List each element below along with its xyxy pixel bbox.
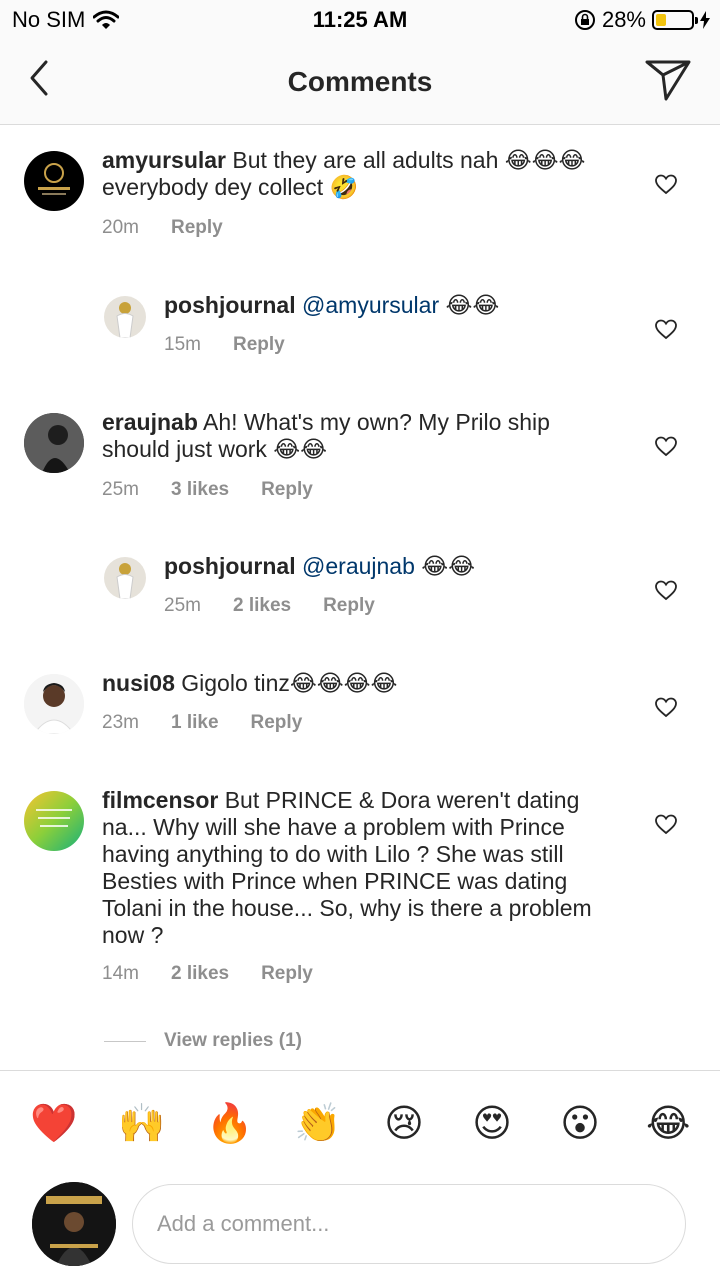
status-bar: No SIM 11:25 AM 28% [0,0,720,40]
reply-button[interactable]: Reply [261,963,313,985]
heart-icon[interactable] [654,696,678,718]
comment-time: 25m [102,479,139,500]
status-right: 28% [574,7,710,33]
comment-text: 😂😂 [414,553,476,579]
comment-username[interactable]: amyursular [102,147,226,173]
comment-meta: 15m Reply [164,334,285,356]
view-replies-button[interactable]: View replies (1) [104,1030,302,1052]
comment-composer [0,1176,720,1280]
like-count[interactable]: 1 like [171,712,219,734]
comment-meta: 20m Reply [102,217,223,239]
my-avatar-image-icon [32,1182,116,1266]
comment-username[interactable]: nusi08 [102,670,175,696]
send-icon[interactable] [644,58,692,102]
comment-body: poshjournal @eraujnab 😂😂 [164,553,614,580]
charging-icon [700,11,710,29]
view-replies-line [104,1040,146,1042]
heart-icon[interactable] [654,435,678,457]
comment-input[interactable] [132,1184,686,1264]
comment-text: 😂😂 [439,292,500,318]
comment-body: amyursular But they are all adults nah 😂… [102,147,612,201]
comment-meta: 25m 3 likes Reply [102,479,313,501]
avatar[interactable] [24,791,84,851]
comment-mention[interactable]: @amyursular [302,292,439,318]
avatar[interactable] [24,151,84,211]
emoji-clap-button[interactable]: 👏 [294,1101,341,1145]
emoji-raised-hands-button[interactable]: 🙌 [118,1101,165,1145]
emoji-fire-button[interactable]: 🔥 [206,1101,253,1145]
comment-time: 14m [102,963,139,984]
comment-time: 23m [102,712,139,733]
heart-icon[interactable] [654,579,678,601]
avatar-person-icon [24,674,84,734]
battery-fill [656,14,666,26]
comment-body: filmcensor But PRINCE & Dora weren't dat… [102,787,612,949]
my-avatar[interactable] [32,1182,116,1266]
reply-button[interactable]: Reply [171,217,223,239]
avatar[interactable] [24,413,84,473]
comment-body: poshjournal @amyursular 😂😂 [164,292,614,319]
header: Comments [0,40,720,125]
comment-text: Gigolo tinz😂😂😂😂 [181,670,398,696]
comment-mention[interactable]: @eraujnab [302,553,415,579]
heart-icon[interactable] [654,318,678,340]
avatar[interactable] [104,557,146,599]
emoji-heart-eyes-button[interactable]: 😍 [470,1101,514,1145]
avatar[interactable] [104,296,146,338]
like-count[interactable]: 2 likes [233,595,291,617]
avatar-gradient-icon [24,791,84,851]
comment-body: nusi08 Gigolo tinz😂😂😂😂 [102,670,612,697]
avatar[interactable] [24,674,84,734]
quick-emoji-bar: ❤️ 🙌 🔥 👏 😢 😍 😮 😂 [0,1070,720,1177]
comment-username[interactable]: poshjournal [164,292,296,318]
avatar-person-icon [24,413,84,473]
comment-time: 15m [164,334,201,355]
avatar-person-icon [116,302,134,338]
heart-icon[interactable] [654,173,678,195]
orientation-lock-icon [574,10,595,30]
comment-time: 20m [102,217,139,238]
comment-username[interactable]: eraujnab [102,409,198,435]
view-replies-label[interactable]: View replies (1) [164,1030,302,1052]
avatar-person-icon [116,563,134,599]
page-title: Comments [287,66,433,97]
reply-button[interactable]: Reply [233,334,285,356]
like-count[interactable]: 3 likes [171,479,229,501]
comment-meta: 14m 2 likes Reply [102,963,313,985]
reply-button[interactable]: Reply [261,479,313,501]
like-count[interactable]: 2 likes [171,963,229,985]
reply-button[interactable]: Reply [323,595,375,617]
battery-icon [652,10,698,30]
emoji-laughing-button[interactable]: 😂 [646,1101,690,1145]
reply-button[interactable]: Reply [251,712,303,734]
comment-body: eraujnab Ah! What's my own? My Prilo shi… [102,409,612,463]
comment-meta: 23m 1 like Reply [102,712,302,734]
comment-meta: 25m 2 likes Reply [164,595,375,617]
battery-percent: 28% [601,7,646,32]
comment-time: 25m [164,595,201,616]
comment-username[interactable]: poshjournal [164,553,296,579]
heart-icon[interactable] [654,813,678,835]
avatar-logo-icon [38,163,70,195]
comment-username[interactable]: filmcensor [102,787,218,813]
emoji-crying-button[interactable]: 😢 [382,1101,426,1145]
emoji-surprised-button[interactable]: 😮 [558,1101,602,1145]
comments-list[interactable]: amyursular But they are all adults nah 😂… [0,125,720,1070]
emoji-heart-button[interactable]: ❤️ [30,1101,77,1145]
